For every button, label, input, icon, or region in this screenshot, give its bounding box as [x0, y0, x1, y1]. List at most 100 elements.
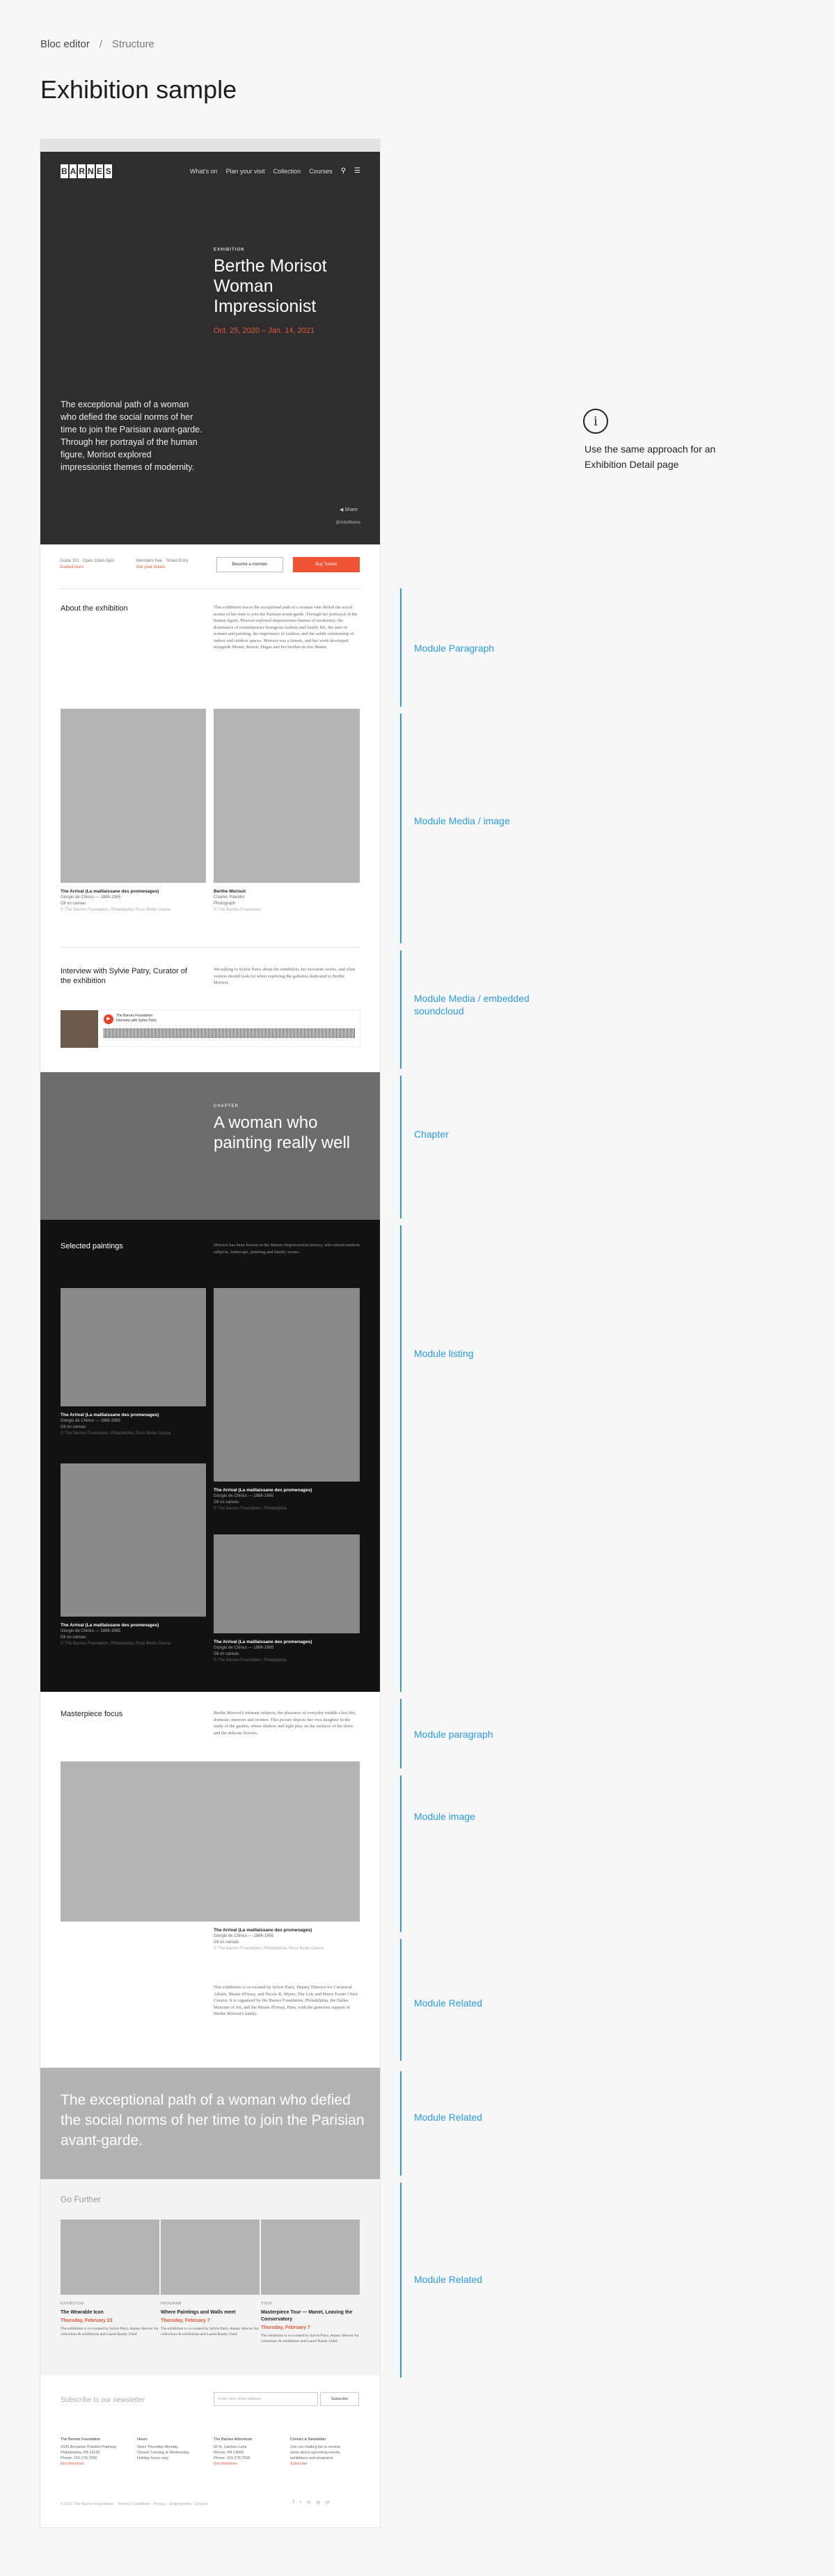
linkedin-icon[interactable]: in: [307, 2500, 310, 2505]
listing-image[interactable]: [61, 1288, 206, 1406]
footer-column: The Barnes Foundation 2025 Benjamin Fran…: [61, 2437, 130, 2467]
frame-top-bar: [40, 139, 380, 152]
about-heading: About the exhibition: [61, 604, 128, 613]
listing-image[interactable]: [214, 1534, 360, 1633]
logo-letter: N: [87, 164, 95, 178]
caption-artist: Giorgio de Chirico — 1888-1965: [214, 1494, 274, 1498]
annotation-label: Chapter: [414, 1129, 449, 1140]
annotation-label: Module listing: [414, 1348, 474, 1359]
nav-item-plan-visit[interactable]: Plan your visit: [226, 168, 265, 175]
card-text: The exhibition is co-curated by Sylvie P…: [61, 2327, 159, 2337]
annotation-line: [400, 950, 401, 1069]
waveform[interactable]: [104, 1028, 356, 1038]
footer-col-title: Contact & Newsletter: [290, 2437, 326, 2442]
menu-icon[interactable]: ☰: [354, 167, 360, 175]
footer-link[interactable]: Subscribe: [290, 2461, 360, 2467]
caption-title: The Arrival (La maillaissane des promena…: [61, 889, 159, 894]
annotation-label: Module paragraph: [414, 1729, 493, 1740]
caption-credit: © The Barnes Foundation, Philadelphia: [214, 1658, 287, 1663]
annotation-label: Module Media / embedded soundcloud: [414, 993, 530, 1016]
related-card[interactable]: TOUR Masterpiece Tour — Manet, Leaving t…: [261, 2220, 360, 2344]
track-artist: The Barnes Foundation: [116, 1014, 153, 1018]
masterpiece-paragraph: Berthe Morisot's intimate subjects, the …: [214, 1711, 356, 1736]
listing-image[interactable]: [61, 1463, 206, 1617]
annotation-line: [400, 2183, 401, 2378]
related-card[interactable]: EXHIBITION The Wearable Icon Thursday, F…: [61, 2220, 159, 2337]
nav-item-collection[interactable]: Collection: [273, 168, 301, 175]
nav-item-courses[interactable]: Courses: [309, 168, 333, 175]
footer-line: exhibitions and programs: [290, 2456, 333, 2460]
card-image: [261, 2220, 360, 2295]
caption-artist: Giorgio de Chirico — 1888-1965: [61, 895, 121, 900]
speaker-photo: [61, 1010, 98, 1048]
card-eyebrow: EXHIBITION: [61, 2302, 84, 2306]
listing-image[interactable]: [214, 1288, 360, 1482]
share-button[interactable]: ◀ Share: [340, 507, 358, 512]
go-further-section: Go Further EXHIBITION The Wearable Icon …: [40, 2179, 380, 2375]
copyright-text: © 2021 The Barnes Foundation: [61, 2502, 114, 2506]
newsletter-label: Subscribe to our newsletter: [61, 2396, 145, 2404]
caption-medium: Oil on canvas: [61, 1425, 86, 1429]
search-icon[interactable]: ⚲: [341, 167, 346, 175]
footer-legal-links[interactable]: Terms & Conditions · Privacy · Employmen…: [117, 2502, 207, 2506]
footer-line: Phone: 215.278.7000: [214, 2456, 250, 2460]
annotation-label: Module Paragraph: [414, 643, 495, 654]
annotation-line: [400, 1076, 401, 1218]
annotation-note: Use the same approach for an Exhibition …: [584, 443, 716, 470]
chapter-eyebrow: CHAPTER: [214, 1104, 239, 1108]
footer-link[interactable]: Get directions: [214, 2461, 283, 2467]
soundcloud-player: ▶ The Barnes Foundation Interview with S…: [60, 1010, 360, 1048]
barnes-logo[interactable]: B A R N E S: [61, 164, 113, 178]
nav-item-whats-on[interactable]: What's on: [190, 168, 218, 175]
page-title: Exhibition sample: [40, 75, 237, 104]
hero-credit: @ArtistName: [335, 521, 360, 525]
facebook-icon[interactable]: f: [293, 2500, 294, 2505]
footer-line: 2025 Benjamin Franklin Parkway: [61, 2445, 117, 2449]
about-image-1: [61, 709, 206, 883]
listing-caption: The Arrival (La maillaissane des promena…: [214, 1639, 360, 1664]
newsletter-email-input[interactable]: Enter your email address: [214, 2392, 318, 2406]
footer-line: Closed Tuesday & Wednesday: [137, 2451, 190, 2455]
caption-credit: © The Barnes Foundation: [214, 908, 262, 912]
caption-medium: Oil on canvas: [61, 1635, 86, 1640]
caption-artist: Giorgio de Chirico — 1888-1965: [61, 1419, 121, 1423]
footer-link[interactable]: Get directions: [61, 2461, 130, 2467]
footer-col-title: The Barnes Arboretum: [214, 2437, 253, 2442]
related-card[interactable]: PROGRAM Where Paintings and Walls meet T…: [161, 2220, 260, 2337]
info-icon: i: [583, 409, 608, 434]
play-icon[interactable]: ▶: [104, 1014, 113, 1024]
caption-credit: © The Barnes Foundation, Philadelphia, R…: [61, 908, 171, 912]
interview-paragraph: We talking to Sylvie Patry about the exh…: [214, 967, 356, 985]
caption-artist: Giorgio de Chirico — 1888-1965: [214, 1934, 274, 1938]
twitter-icon[interactable]: t: [300, 2500, 301, 2505]
guided-tours-link[interactable]: Guided tours: [60, 565, 122, 571]
footer-line: Holiday hours vary: [137, 2456, 169, 2460]
youtube-icon[interactable]: yt: [326, 2500, 329, 2505]
share-icon: ◀: [340, 508, 344, 512]
listing-section: Selected paintings Morisot has been know…: [40, 1220, 380, 1692]
caption-medium: Oil on canvas: [61, 902, 86, 906]
image-caption-1: The Arrival (La maillaissane des promena…: [61, 888, 206, 913]
annotation-line: [400, 588, 401, 707]
pull-quote: The exceptional path of a woman who defi…: [61, 2092, 365, 2149]
breadcrumb-separator: /: [99, 38, 103, 50]
hours-text: Guide 101 · Open 10am-5pm: [60, 559, 115, 563]
card-image: [61, 2220, 159, 2295]
annotation-line: [400, 1939, 401, 2061]
footer-line: Phone: 215.278.7000: [61, 2456, 97, 2460]
caption-credit: © The Barnes Foundation, Philadelphia, R…: [61, 1642, 171, 1646]
breadcrumb-root[interactable]: Bloc editor: [40, 38, 90, 50]
become-member-button[interactable]: Become a member: [216, 557, 283, 572]
caption-medium: Oil on canvas: [214, 1940, 239, 1945]
get-tickets-link[interactable]: Get your tickets: [136, 565, 199, 571]
track-info: The Barnes Foundation Interview with Syl…: [116, 1014, 157, 1023]
card-text: The exhibition is co-curated by Sylvie P…: [261, 2334, 359, 2343]
footer-line: news about upcoming events,: [290, 2451, 341, 2455]
buy-tickets-button[interactable]: Buy Tickets: [293, 557, 360, 572]
go-further-heading: Go Further: [61, 2194, 102, 2204]
instagram-icon[interactable]: ig: [316, 2500, 319, 2505]
subscribe-button[interactable]: Subscribe: [320, 2392, 359, 2406]
caption-title: The Arrival (La maillaissane des promena…: [214, 1928, 312, 1933]
chapter-section: CHAPTER A woman who painting really well: [40, 1072, 380, 1220]
footer-line: Open Thursday-Monday: [137, 2445, 179, 2449]
